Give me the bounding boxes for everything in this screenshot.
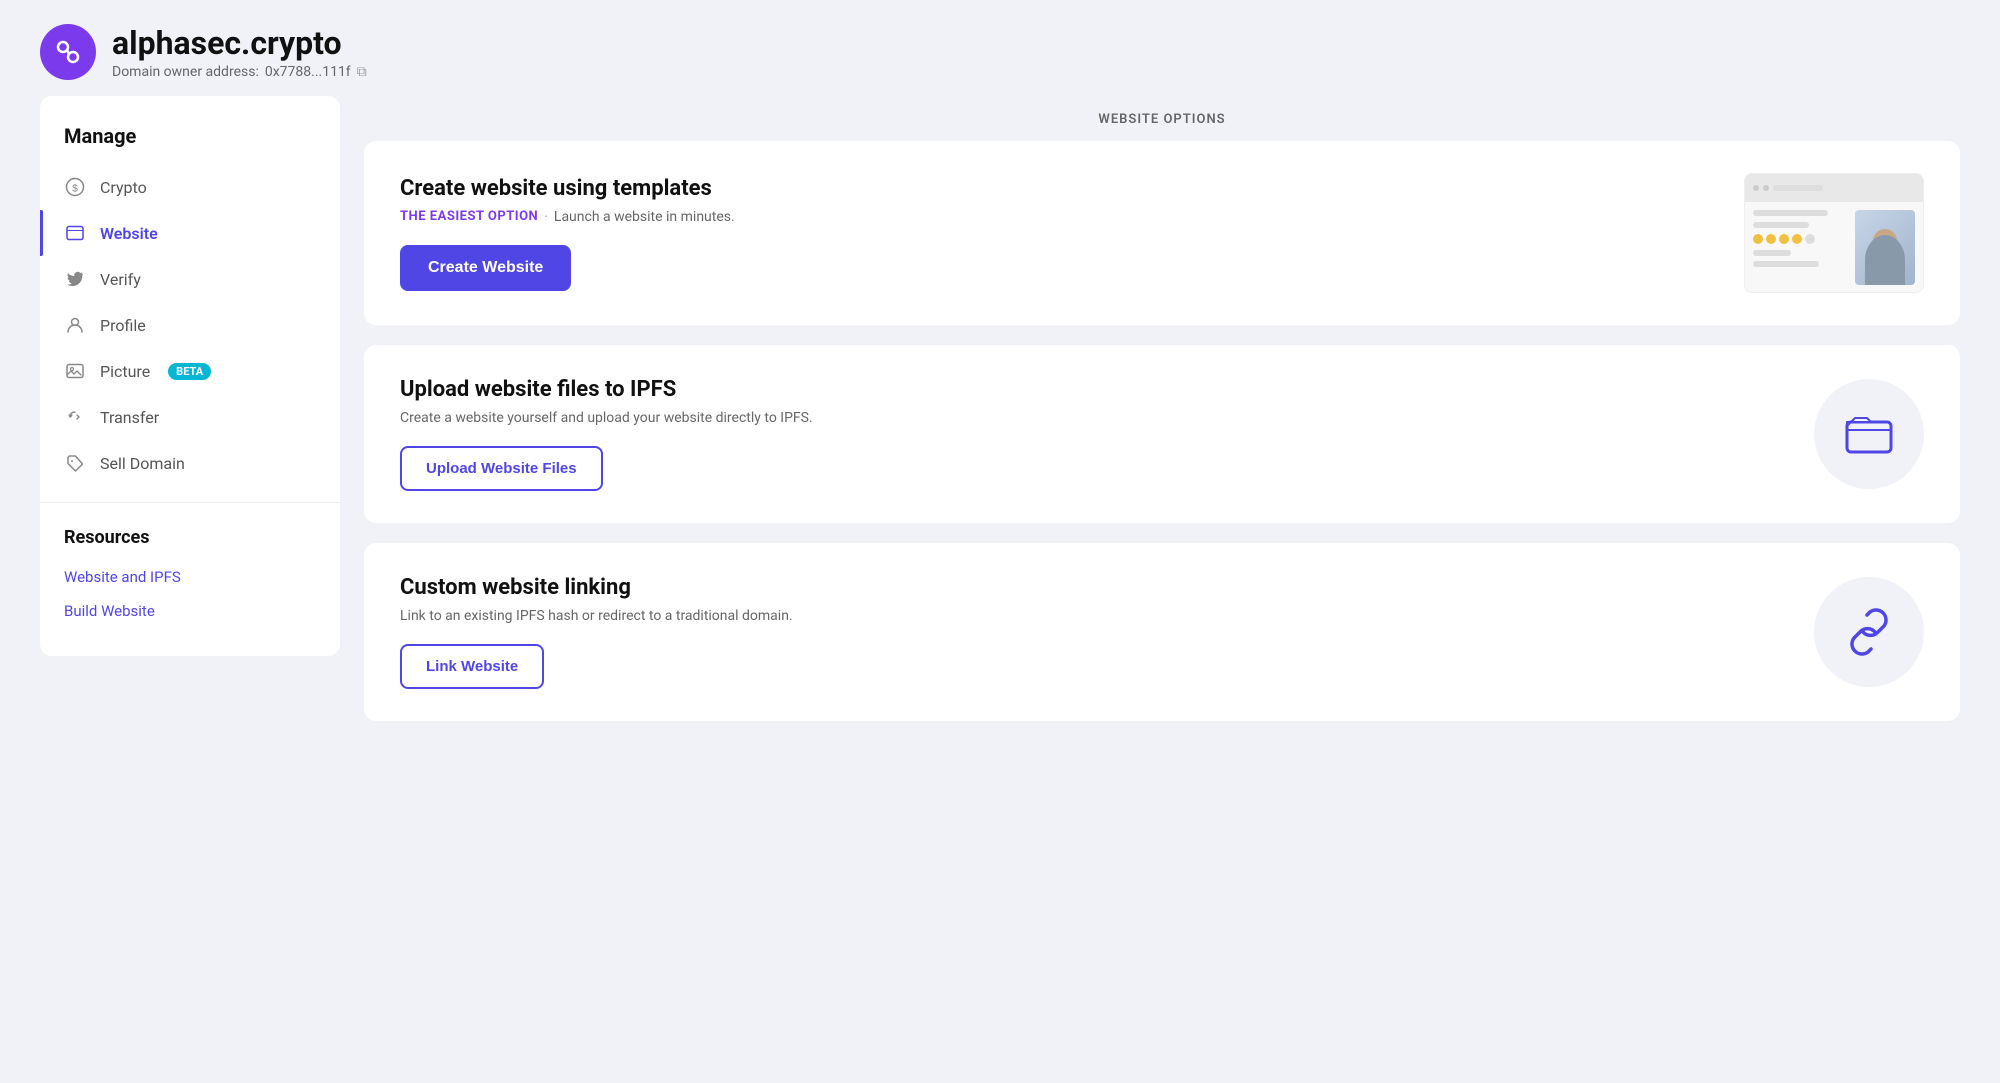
- domain-title: alphasec.crypto: [112, 24, 367, 62]
- sidebar-item-verify[interactable]: Verify: [40, 256, 340, 302]
- upload-icon-container: [1814, 379, 1924, 489]
- svg-text:$: $: [72, 184, 78, 195]
- sidebar-label-transfer: Transfer: [100, 408, 159, 427]
- link-website-button[interactable]: Link Website: [400, 644, 544, 689]
- person-icon: [64, 314, 86, 336]
- custom-linking-desc: Link to an existing IPFS hash or redirec…: [400, 608, 793, 624]
- sidebar-item-picture[interactable]: Picture BETA: [40, 348, 340, 394]
- browser-icon: [64, 222, 86, 244]
- create-website-desc: Launch a website in minutes.: [554, 209, 735, 225]
- sidebar-item-transfer[interactable]: Transfer: [40, 394, 340, 440]
- sidebar-label-profile: Profile: [100, 316, 146, 335]
- owner-address: 0x7788...111f: [265, 64, 351, 80]
- resources-title: Resources: [40, 519, 340, 560]
- dollar-circle-icon: $: [64, 176, 86, 198]
- sidebar-divider: [40, 502, 340, 503]
- beta-badge: BETA: [168, 363, 211, 380]
- link-icon-container: [1814, 577, 1924, 687]
- create-website-card: Create website using templates THE EASIE…: [364, 141, 1960, 325]
- create-website-title: Create website using templates: [400, 176, 1704, 201]
- sidebar-item-sell-domain[interactable]: Sell Domain: [40, 440, 340, 486]
- preview-header-bar: [1745, 174, 1923, 202]
- image-icon: [64, 360, 86, 382]
- logo-icon: [40, 24, 96, 80]
- resource-link-website-ipfs[interactable]: Website and IPFS: [40, 560, 340, 594]
- create-website-subtitle: THE EASIEST OPTION · Launch a website in…: [400, 209, 1704, 225]
- sidebar: Manage $ Crypto Website: [40, 96, 340, 656]
- tag-icon: [64, 452, 86, 474]
- preview-person-avatar: [1855, 210, 1915, 285]
- custom-linking-card: Custom website linking Link to an existi…: [364, 543, 1960, 721]
- sidebar-label-website: Website: [100, 224, 158, 243]
- folder-icon-circle: [1814, 379, 1924, 489]
- dot-separator: ·: [544, 209, 548, 225]
- sidebar-item-website[interactable]: Website: [40, 210, 340, 256]
- template-preview: [1744, 173, 1924, 293]
- sidebar-label-sell-domain: Sell Domain: [100, 454, 185, 473]
- header: alphasec.crypto Domain owner address: 0x…: [0, 0, 2000, 96]
- template-preview-container: [1744, 173, 1924, 293]
- upload-website-desc: Create a website yourself and upload you…: [400, 410, 813, 426]
- upload-website-subtitle: Create a website yourself and upload you…: [400, 410, 1774, 426]
- main-content: WEBSITE OPTIONS Create website using tem…: [364, 96, 1960, 741]
- custom-linking-subtitle: Link to an existing IPFS hash or redirec…: [400, 608, 1774, 624]
- resource-link-build-website[interactable]: Build Website: [40, 594, 340, 628]
- upload-website-card: Upload website files to IPFS Create a we…: [364, 345, 1960, 523]
- manage-title: Manage: [40, 124, 340, 164]
- owner-label: Domain owner address:: [112, 64, 259, 80]
- twitter-icon: [64, 268, 86, 290]
- section-title: WEBSITE OPTIONS: [364, 96, 1960, 141]
- sidebar-label-crypto: Crypto: [100, 178, 147, 197]
- sidebar-label-picture: Picture: [100, 362, 150, 381]
- upload-website-title: Upload website files to IPFS: [400, 377, 1774, 402]
- transfer-icon: [64, 406, 86, 428]
- copy-icon[interactable]: ⧉: [357, 64, 367, 80]
- sidebar-label-verify: Verify: [100, 270, 141, 289]
- sidebar-item-crypto[interactable]: $ Crypto: [40, 164, 340, 210]
- create-website-button[interactable]: Create Website: [400, 245, 571, 291]
- easiest-badge: THE EASIEST OPTION: [400, 209, 538, 224]
- sidebar-item-profile[interactable]: Profile: [40, 302, 340, 348]
- upload-website-button[interactable]: Upload Website Files: [400, 446, 603, 491]
- custom-linking-title: Custom website linking: [400, 575, 1774, 600]
- link-icon-circle: [1814, 577, 1924, 687]
